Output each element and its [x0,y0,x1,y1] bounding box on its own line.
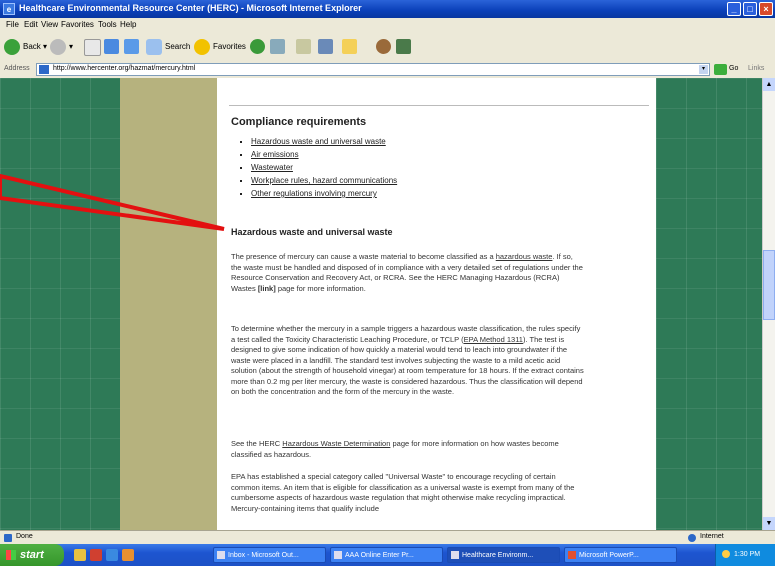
quicklaunch-desktop-icon[interactable] [74,549,86,561]
clock: 1:30 PM [734,551,761,558]
ie-icon[interactable]: e [3,3,15,15]
paragraph: To determine whether the mercury in a sa… [231,324,584,396]
messenger-icon[interactable] [376,39,391,54]
link-hazardous-waste[interactable]: Hazardous waste and universal waste [251,137,386,146]
paragraph: See the HERC Hazardous Waste Determinati… [231,439,559,459]
page-content: Compliance requirements Hazardous waste … [217,78,656,530]
start-button[interactable]: start [0,544,64,566]
scroll-thumb[interactable] [763,250,775,320]
list-item: Air emissions [251,148,397,161]
search-icon [146,38,162,55]
menu-bar: File Edit View Favorites Tools Help [0,18,775,33]
menu-edit[interactable]: Edit [24,20,38,29]
home-icon[interactable] [124,39,139,54]
history-icon[interactable] [270,39,285,54]
address-url: http://www.hercenter.org/hazmat/mercury.… [53,65,196,72]
scroll-up-icon[interactable]: ▲ [763,78,775,91]
address-input[interactable]: http://www.hercenter.org/hazmat/mercury.… [36,63,710,76]
pointer-wedge [0,173,225,231]
minimize-button[interactable]: _ [727,2,741,16]
mail-icon[interactable] [296,39,311,54]
link-hazardous-waste-inline[interactable]: hazardous waste [496,252,553,261]
address-bar: Address http://www.hercenter.org/hazmat/… [0,62,775,79]
menu-file[interactable]: File [6,20,19,29]
link-hazardous-waste-determination[interactable]: Hazardous Waste Determination [282,439,390,448]
menu-help[interactable]: Help [120,20,136,29]
media-icon[interactable] [250,39,265,54]
title-bar[interactable]: e Healthcare Environmental Resource Cent… [0,0,775,18]
print-icon[interactable] [318,39,333,54]
link-workplace-rules[interactable]: Workplace rules, hazard communications [251,176,397,185]
app-icon [334,551,342,559]
page-icon [39,65,49,74]
divider [229,105,649,106]
paragraph: EPA has established a special category c… [231,472,575,513]
powerpoint-icon [568,551,576,559]
quicklaunch-media-icon[interactable] [122,549,134,561]
toolbar: Back ▾ ▾ Search Favorites [0,32,775,63]
quicklaunch-ie-icon[interactable] [106,549,118,561]
system-tray: 1:30 PM [715,544,775,566]
go-arrow-icon[interactable] [714,64,727,75]
scroll-down-icon[interactable]: ▼ [763,517,775,530]
favorites-button[interactable]: Favorites [194,38,246,56]
links-button[interactable]: Links [748,65,764,72]
compliance-links-list: Hazardous waste and universal waste Air … [237,135,397,200]
list-item: Workplace rules, hazard communications [251,174,397,187]
discuss-icon[interactable] [396,39,411,54]
tray-icon[interactable] [722,550,730,559]
back-arrow-icon [4,38,20,55]
window-title: Healthcare Environmental Resource Center… [19,3,362,13]
refresh-icon[interactable] [104,39,119,54]
page-title: Compliance requirements [231,116,367,128]
forward-button[interactable]: ▾ [50,38,73,56]
quicklaunch-office-icon[interactable] [90,549,102,561]
bold-link-text[interactable]: [link] [258,284,276,293]
list-item: Other regulations involving mercury [251,187,397,200]
status-text: Done [16,533,33,540]
task-ie[interactable]: Healthcare Environm... [447,547,560,563]
page-background-right [656,78,762,530]
link-wastewater[interactable]: Wastewater [251,163,293,172]
vertical-scrollbar[interactable]: ▲ ▼ [762,78,775,530]
list-item: Wastewater [251,161,397,174]
taskbar: start Inbox - Microsoft Out... AAA Onlin… [0,544,775,566]
globe-icon [688,534,696,542]
list-item: Hazardous waste and universal waste [251,135,397,148]
ie-small-icon [451,551,459,559]
search-button[interactable]: Search [146,38,190,56]
link-air-emissions[interactable]: Air emissions [251,150,299,159]
task-outlook[interactable]: Inbox - Microsoft Out... [213,547,326,563]
close-button[interactable]: × [759,2,773,16]
link-other-regulations[interactable]: Other regulations involving mercury [251,189,377,198]
menu-view[interactable]: View [41,20,58,29]
section-heading: Hazardous waste and universal waste [231,227,393,237]
stop-icon[interactable] [84,39,101,56]
windows-flag-icon [6,550,16,561]
address-label: Address [4,65,30,72]
browser-viewport[interactable]: Compliance requirements Hazardous waste … [0,78,762,530]
maximize-button[interactable]: □ [743,2,757,16]
go-button[interactable]: Go [729,65,738,72]
paragraph: The presence of mercury can cause a wast… [231,252,583,293]
link-epa-method[interactable]: EPA Method 1311 [464,335,523,344]
outlook-icon [217,551,225,559]
star-icon [194,38,210,55]
task-aaa[interactable]: AAA Online Enter Pr... [330,547,443,563]
red-pointer-arrow [0,173,225,231]
back-button[interactable]: Back ▾ [4,38,47,56]
page-done-icon [4,534,12,542]
menu-favorites[interactable]: Favorites [61,20,94,29]
task-powerpoint[interactable]: Microsoft PowerP... [564,547,677,563]
folder-icon[interactable] [342,39,357,54]
address-dropdown-icon[interactable]: ▾ [699,65,708,74]
menu-tools[interactable]: Tools [98,20,117,29]
security-zone: Internet [700,533,724,540]
forward-arrow-icon [50,38,66,55]
status-bar: Done Internet [0,530,775,545]
